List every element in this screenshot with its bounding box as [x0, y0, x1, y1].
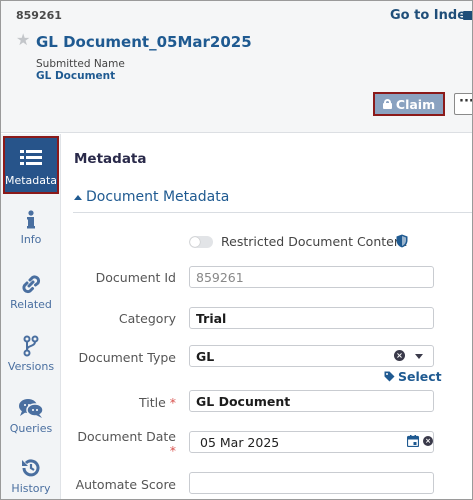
restricted-content-toggle[interactable]: [189, 236, 213, 248]
document-date-field[interactable]: 05 Mar 2025: [189, 431, 434, 453]
folder-icon[interactable]: [463, 11, 472, 20]
claim-button-label: Claim: [395, 96, 436, 112]
lock-icon: [382, 99, 392, 109]
required-marker: *: [169, 395, 176, 410]
calendar-icon[interactable]: [407, 435, 419, 447]
document-id-label: Document Id: [95, 270, 176, 285]
title-label: Title *: [1, 395, 176, 410]
caret-up-icon: [74, 195, 82, 200]
restricted-content-label: Restricted Document Content: [221, 234, 407, 249]
document-title: GL Document_05Mar2025: [36, 33, 252, 51]
document-panel: 859261 Go to Index ★ GL Document_05Mar20…: [0, 0, 473, 500]
document-header: 859261 Go to Index ★ GL Document_05Mar20…: [1, 1, 472, 133]
document-number: 859261: [16, 9, 62, 22]
go-to-index-link[interactable]: Go to Index: [390, 8, 472, 23]
select-link-label: Select: [398, 369, 442, 384]
automate-score-label: Automate Score: [75, 477, 176, 492]
list-icon: [20, 150, 42, 165]
document-id-field: 859261: [189, 266, 434, 288]
automate-score-field[interactable]: [189, 472, 434, 494]
clear-date-icon[interactable]: ×: [423, 436, 433, 446]
tag-icon: [384, 371, 395, 382]
required-marker: *: [169, 443, 176, 458]
sidebar-item-label: Related: [10, 298, 52, 311]
sidebar-item-info[interactable]: Info: [1, 204, 61, 262]
sidebar-item-label: Info: [20, 233, 42, 246]
sidebar-item-history[interactable]: History: [1, 452, 61, 499]
sidebar-item-label: Metadata: [4, 174, 58, 187]
document-metadata-section-header[interactable]: Document Metadata: [73, 183, 472, 213]
category-label: Category: [118, 311, 176, 326]
title-label-text: Title: [138, 395, 166, 410]
category-field[interactable]: Trial: [189, 307, 434, 329]
chevron-down-icon[interactable]: [415, 354, 423, 359]
shield-icon: [396, 234, 408, 248]
history-icon: [22, 459, 40, 477]
claim-button[interactable]: Claim: [373, 92, 445, 116]
document-date-label: Document Date: [77, 429, 176, 444]
star-icon[interactable]: ★: [16, 32, 30, 48]
submitted-name-value: GL Document: [36, 70, 116, 82]
submitted-name-label: Submitted Name: [36, 58, 125, 70]
select-document-type-link[interactable]: Select: [384, 369, 442, 384]
clear-icon[interactable]: ×: [394, 350, 405, 361]
title-field[interactable]: GL Document: [189, 390, 434, 412]
toggle-knob: [190, 237, 200, 247]
document-type-label: Document Type: [78, 350, 176, 365]
sidebar-item-metadata[interactable]: Metadata: [3, 136, 59, 194]
page-title: Metadata: [74, 151, 147, 167]
more-options-button[interactable]: ···: [454, 93, 472, 115]
info-icon: [27, 210, 35, 229]
section-title: Document Metadata: [86, 189, 230, 205]
